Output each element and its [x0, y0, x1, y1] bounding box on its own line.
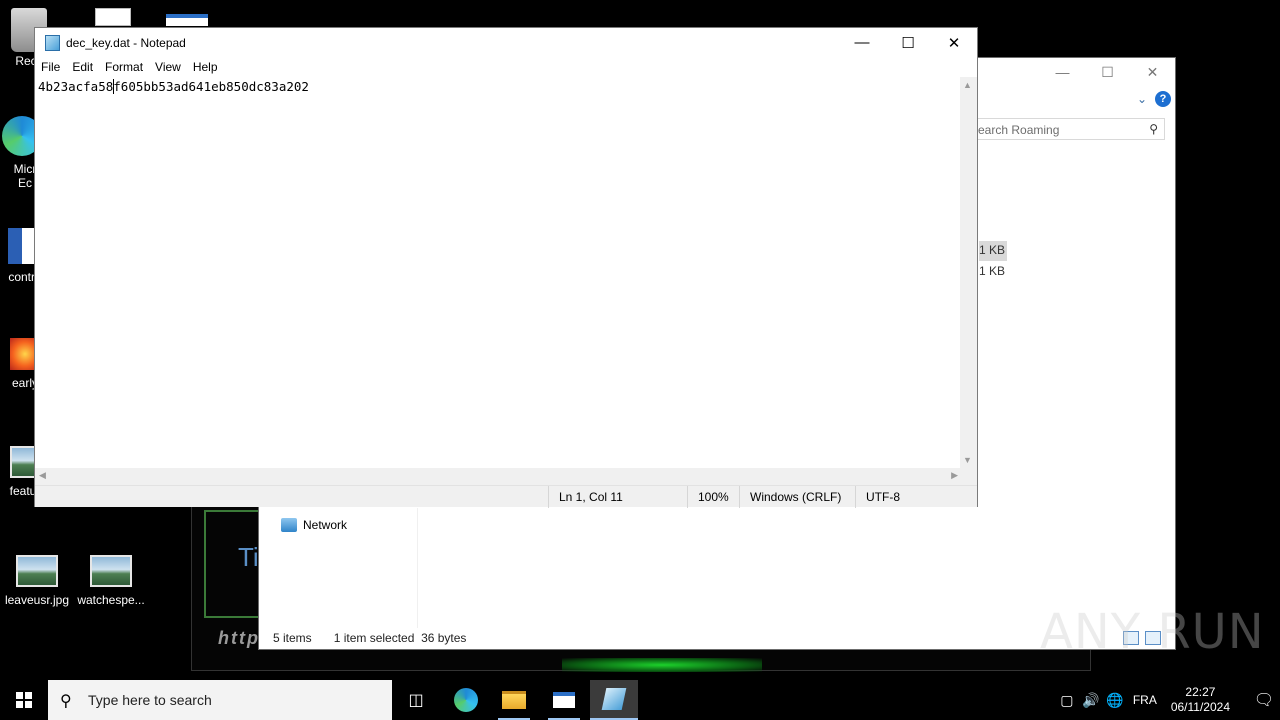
menu-view[interactable]: View — [155, 60, 188, 74]
image-file-icon — [90, 555, 132, 587]
help-icon[interactable]: ? — [1155, 91, 1171, 107]
notepad-app-icon — [45, 34, 60, 51]
network-globe-icon[interactable]: 🌐 — [1103, 692, 1127, 709]
document-icon — [95, 8, 131, 26]
background-green-frame: Ti — [204, 510, 260, 618]
explorer-search-placeholder: earch Roaming — [978, 123, 1060, 137]
task-view-icon: ◫ — [408, 692, 424, 709]
editor-text-after-caret: f605bb53ad641eb850dc83a202 — [113, 79, 309, 94]
explorer-status-bar: 5 items 1 item selected 36 bytes — [273, 631, 466, 645]
taskbar-edge-button[interactable] — [442, 680, 490, 720]
scroll-left-arrow-icon[interactable]: ◀ — [39, 470, 46, 481]
status-zoom: 100% — [687, 486, 739, 508]
taskbar-clock[interactable]: 22:27 06/11/2024 — [1171, 685, 1230, 715]
nav-item-label: Network — [303, 518, 348, 532]
image-file-icon — [16, 555, 58, 587]
clock-date: 06/11/2024 — [1170, 700, 1230, 714]
explorer-minimize-button[interactable]: — — [1040, 58, 1085, 86]
vertical-scrollbar[interactable]: ▲ ▼ — [960, 77, 977, 468]
desktop-icon-leaveusr[interactable]: leaveusr.jpg — [0, 555, 74, 607]
nav-item-network[interactable]: Network — [281, 518, 347, 532]
background-url-fragment: http — [218, 628, 260, 648]
window-title: dec_key.dat - Notepad — [66, 35, 186, 50]
windows-logo-icon — [16, 692, 32, 708]
notepad-window-controls: — ☐ ✕ — [839, 28, 977, 57]
task-view-button[interactable]: ◫ — [392, 680, 440, 720]
search-icon: ⚲ — [60, 693, 72, 710]
file-size-cell[interactable]: 1 KB — [979, 262, 1007, 282]
notepad-window: dec_key.dat - Notepad — ☐ ✕ File Edit Fo… — [34, 27, 978, 508]
desktop-icon-watchespe[interactable]: watchespe... — [74, 555, 148, 607]
taskbar-file-explorer-button[interactable] — [490, 680, 538, 720]
folder-icon — [502, 691, 526, 709]
desktop-icon-label: watchespe... — [77, 593, 145, 607]
taskbar-notepad-button[interactable] — [590, 680, 638, 720]
anyrun-watermark: ANY RUN — [1040, 604, 1265, 660]
system-tray: ▢ 🔊 🌐 FRA 22:27 06/11/2024 🗨 — [1055, 680, 1280, 720]
search-icon[interactable]: ⚲ — [1149, 122, 1158, 136]
menu-help[interactable]: Help — [193, 60, 225, 74]
status-selection: 1 item selected 36 bytes — [333, 631, 467, 645]
scroll-up-arrow-icon[interactable]: ▲ — [963, 80, 972, 90]
scroll-down-arrow-icon[interactable]: ▼ — [963, 455, 972, 465]
notepad-menu-bar: File Edit Format View Help — [35, 57, 977, 77]
start-button[interactable] — [0, 680, 48, 720]
chevron-down-icon[interactable]: ⌄ — [1137, 92, 1147, 106]
menu-format[interactable]: Format — [105, 60, 150, 74]
notepad-icon — [601, 688, 627, 710]
menu-file[interactable]: File — [41, 60, 67, 74]
background-heading-fragment: Ti — [238, 542, 259, 572]
explorer-close-button[interactable]: ✕ — [1130, 58, 1175, 86]
menu-edit[interactable]: Edit — [72, 60, 100, 74]
status-cursor-position: Ln 1, Col 11 — [548, 486, 687, 508]
taskbar: ⚲ Type here to search ◫ ▢ 🔊 🌐 FRA 22:27 … — [0, 680, 1280, 720]
horizontal-scrollbar[interactable]: ◀ ▶ — [35, 468, 962, 485]
window-icon — [166, 14, 208, 26]
maximize-button[interactable]: ☐ — [885, 28, 931, 57]
file-size-cell[interactable]: 1 KB — [979, 241, 1007, 261]
nav-pane-divider[interactable] — [417, 508, 418, 628]
taskbar-search-placeholder: Type here to search — [88, 692, 212, 708]
taskbar-window-app-button[interactable] — [540, 680, 588, 720]
editor-text-before-caret: 4b23acfa58 — [38, 79, 114, 94]
volume-icon[interactable]: 🔊 — [1079, 692, 1103, 709]
network-icon — [281, 518, 297, 532]
notification-icon[interactable]: 🗨 — [1248, 690, 1280, 710]
minimize-button[interactable]: — — [839, 28, 885, 57]
desktop-icon-label: leaveusr.jpg — [4, 593, 70, 607]
scroll-right-arrow-icon[interactable]: ▶ — [951, 470, 958, 481]
language-indicator[interactable]: FRA — [1133, 693, 1157, 707]
status-item-count: 5 items — [273, 631, 312, 645]
notepad-status-bar: Ln 1, Col 11 100% Windows (CRLF) UTF-8 — [35, 485, 977, 508]
edge-icon — [454, 688, 478, 712]
explorer-maximize-button[interactable]: ☐ — [1085, 58, 1130, 86]
status-encoding: UTF-8 — [855, 486, 977, 508]
close-button[interactable]: ✕ — [931, 28, 977, 57]
notepad-title-bar[interactable]: dec_key.dat - Notepad — ☐ ✕ — [35, 28, 977, 57]
scrollbar-corner — [960, 468, 977, 485]
meet-now-icon[interactable]: ▢ — [1055, 692, 1079, 709]
clock-time: 22:27 — [1185, 685, 1216, 699]
text-editor-area[interactable]: 4b23acfa58f605bb53ad641eb850dc83a202 — [35, 77, 962, 468]
background-green-glow — [562, 658, 762, 672]
status-line-ending: Windows (CRLF) — [739, 486, 855, 508]
window-app-icon — [553, 692, 575, 708]
explorer-window-controls: — ☐ ✕ — [1040, 58, 1175, 86]
taskbar-search-box[interactable]: ⚲ Type here to search — [48, 680, 392, 720]
explorer-search-input[interactable]: earch Roaming ⚲ — [971, 118, 1165, 140]
